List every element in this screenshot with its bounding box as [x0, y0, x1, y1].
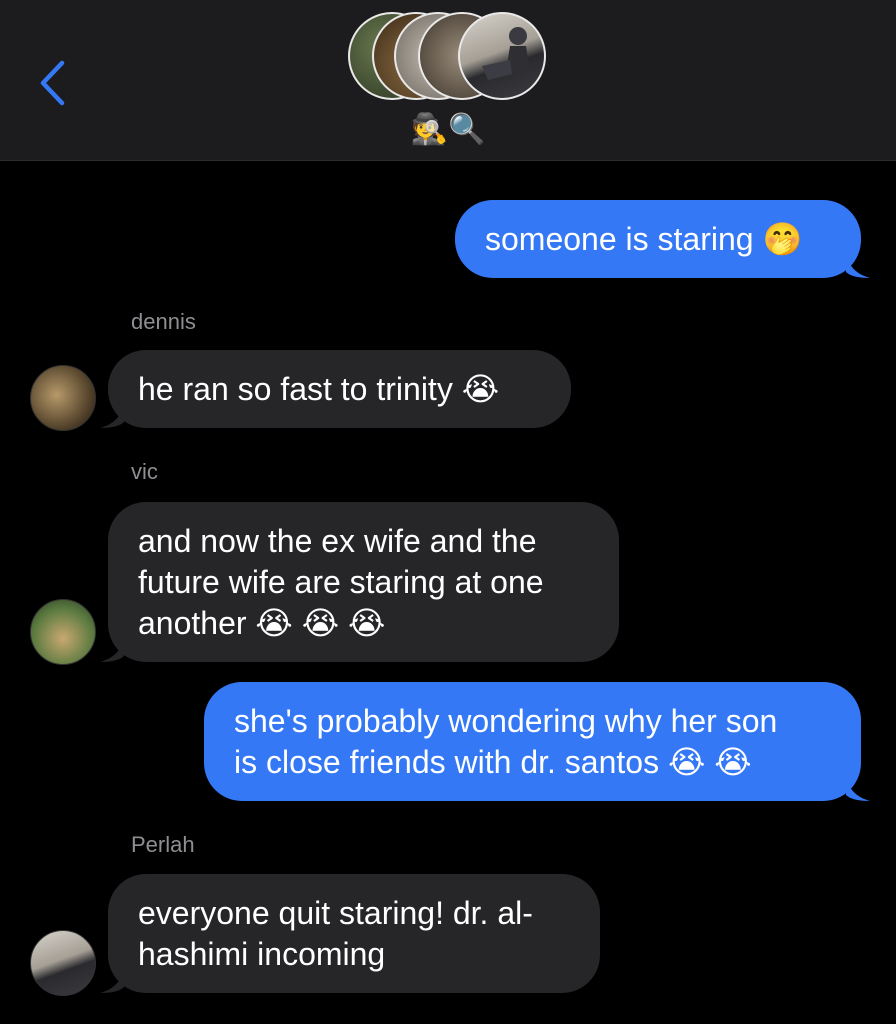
sender-name: dennis	[131, 309, 196, 334]
message-line: future wife are staring at one	[138, 563, 544, 600]
sender-avatar[interactable]	[30, 930, 96, 996]
message-line: is close friends with dr. santos 😭 😭	[234, 743, 752, 780]
sender-name: Perlah	[131, 832, 195, 857]
message-line: she's probably wondering why her son	[234, 702, 778, 739]
bubble-tail	[100, 636, 124, 662]
group-name[interactable]: 🕵🔍	[0, 112, 896, 148]
bubble-tail	[846, 775, 870, 801]
received-message-bubble[interactable]: and now the ex wife and the future wife …	[108, 502, 619, 662]
chevron-left-icon	[40, 60, 65, 106]
conversation-header: 🕵🔍	[0, 0, 896, 161]
received-message-bubble[interactable]: he ran so fast to trinity 😭	[108, 350, 571, 428]
message-line: another 😭 😭 😭	[138, 604, 386, 641]
received-message-bubble[interactable]: everyone quit staring! dr. al- hashimi i…	[108, 874, 600, 993]
bubble-tail	[100, 402, 124, 428]
group-avatar-stack[interactable]	[348, 12, 548, 104]
sender-avatar[interactable]	[30, 599, 96, 665]
back-button[interactable]	[30, 58, 74, 108]
message-line: and now the ex wife and the	[138, 522, 537, 559]
group-member-avatar	[458, 12, 546, 100]
sender-name: vic	[131, 459, 158, 484]
bubble-tail	[846, 252, 870, 278]
message-line: everyone quit staring! dr. al-	[138, 894, 533, 931]
sent-message-bubble[interactable]: she's probably wondering why her son is …	[204, 682, 861, 801]
sender-avatar[interactable]	[30, 365, 96, 431]
sent-message-bubble[interactable]: someone is staring 🤭	[455, 200, 861, 278]
message-text: someone is staring 🤭	[485, 220, 803, 257]
message-text: he ran so fast to trinity 😭	[138, 370, 500, 407]
bubble-tail	[100, 967, 124, 993]
message-line: hashimi incoming	[138, 935, 386, 972]
